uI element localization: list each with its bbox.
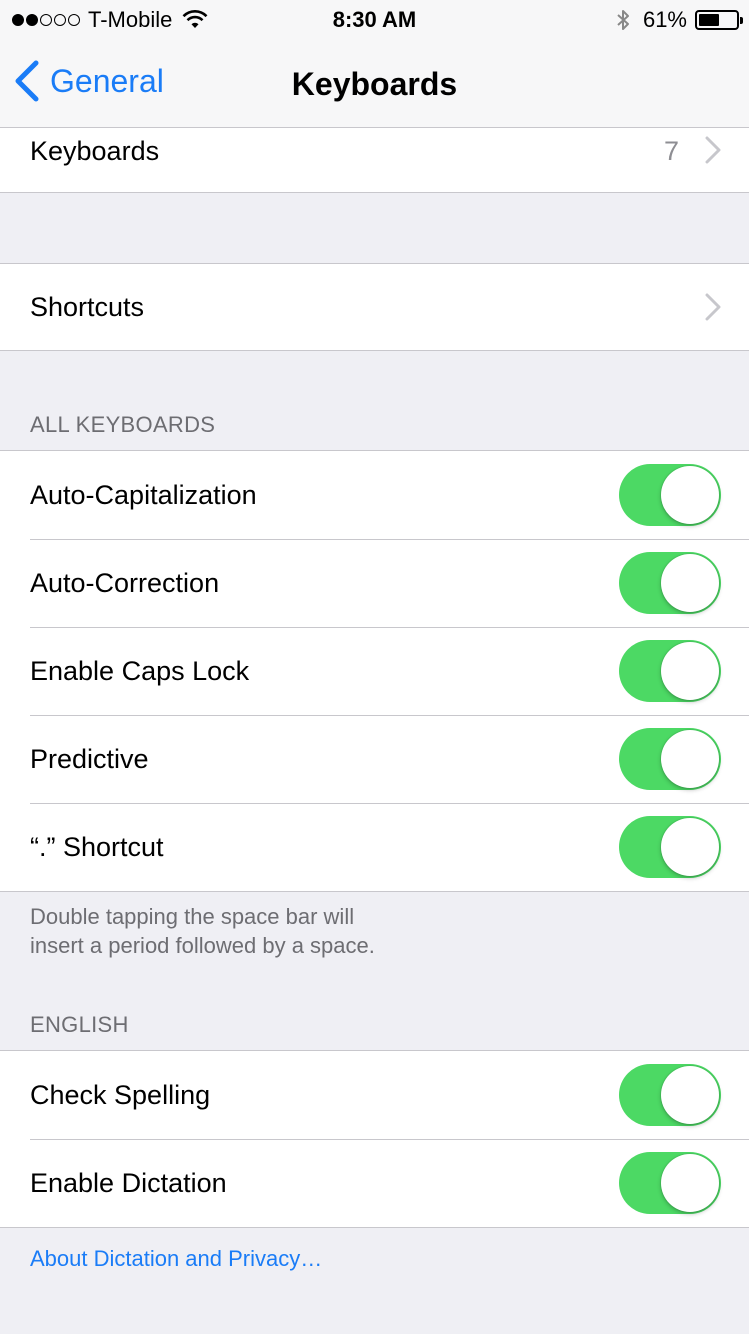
all-keyboards-group: Auto-Capitalization Auto-Correction Enab… xyxy=(0,450,749,892)
row-label: “.” Shortcut xyxy=(30,831,164,862)
auto-correction-switch[interactable] xyxy=(619,552,721,614)
battery-icon xyxy=(695,10,743,30)
toggle-row-predictive: Predictive xyxy=(0,715,749,803)
switch-knob xyxy=(661,642,719,700)
row-label: Check Spelling xyxy=(30,1079,211,1110)
navigation-bar: General Keyboards xyxy=(0,40,749,128)
section-header-english: ENGLISH xyxy=(30,1012,129,1037)
toggle-row-period-shortcut: “.” Shortcut xyxy=(0,803,749,891)
toggle-row-auto-correction: Auto-Correction xyxy=(0,539,749,627)
status-right: 61% xyxy=(615,7,743,33)
bluetooth-icon xyxy=(617,10,629,30)
keyboards-count: 7 xyxy=(663,136,679,166)
battery-nub xyxy=(740,17,743,24)
toggle-row-enable-dictation: Enable Dictation xyxy=(0,1139,749,1227)
chevron-right-icon xyxy=(705,293,721,321)
switch-knob xyxy=(661,730,719,788)
section-header-all-keyboards: ALL KEYBOARDS xyxy=(30,412,216,437)
check-spelling-switch[interactable] xyxy=(619,1064,721,1126)
row-label: Auto-Correction xyxy=(30,567,220,598)
row-label: Predictive xyxy=(30,743,149,774)
battery-fill xyxy=(699,14,720,26)
status-bar: T-Mobile 8:30 AM 61% xyxy=(0,0,749,40)
chevron-right-icon xyxy=(705,136,721,164)
row-label: Auto-Capitalization xyxy=(30,479,257,510)
switch-knob xyxy=(661,818,719,876)
toggle-row-check-spelling: Check Spelling xyxy=(0,1051,749,1139)
top-bar: T-Mobile 8:30 AM 61% General Keyboards xyxy=(0,0,749,128)
keyboards-group: Keyboards 7 xyxy=(0,128,749,193)
footer-line: Double tapping the space bar will xyxy=(30,904,355,929)
period-shortcut-switch[interactable] xyxy=(619,816,721,878)
row-label: Keyboards xyxy=(30,136,160,166)
switch-knob xyxy=(661,554,719,612)
row-label: Shortcuts xyxy=(30,291,145,322)
enable-dictation-switch[interactable] xyxy=(619,1152,721,1214)
switch-knob xyxy=(661,1066,719,1124)
battery-percent: 61% xyxy=(642,7,687,32)
keyboards-settings-screen: T-Mobile 8:30 AM 61% General Keyboards K… xyxy=(0,0,749,1334)
page-title: Keyboards xyxy=(291,66,458,102)
footer-line: insert a period followed by a space. xyxy=(30,933,375,958)
english-group: Check Spelling Enable Dictation xyxy=(0,1050,749,1228)
about-dictation-privacy-link[interactable]: About Dictation and Privacy… xyxy=(30,1246,322,1272)
shortcuts-group: Shortcuts xyxy=(0,263,749,351)
predictive-switch[interactable] xyxy=(619,728,721,790)
toggle-row-enable-caps-lock: Enable Caps Lock xyxy=(0,627,749,715)
row-label: Enable Caps Lock xyxy=(30,655,250,686)
switch-knob xyxy=(661,1154,719,1212)
keyboards-row[interactable]: Keyboards 7 xyxy=(0,128,749,192)
toggle-row-auto-capitalization: Auto-Capitalization xyxy=(0,451,749,539)
row-label: Enable Dictation xyxy=(30,1167,227,1198)
enable-caps-lock-switch[interactable] xyxy=(619,640,721,702)
switch-knob xyxy=(661,466,719,524)
period-shortcut-footer: Double tapping the space bar will insert… xyxy=(30,902,490,960)
shortcuts-row[interactable]: Shortcuts xyxy=(0,264,749,350)
auto-capitalization-switch[interactable] xyxy=(619,464,721,526)
